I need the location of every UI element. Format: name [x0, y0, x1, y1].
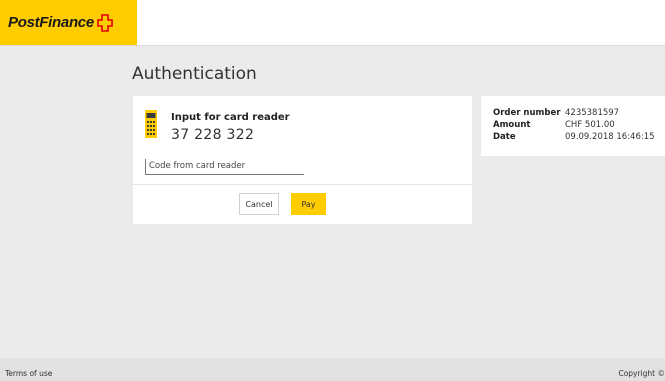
pay-button[interactable]: Pay	[291, 193, 326, 215]
card-divider	[133, 184, 472, 185]
postfinance-logo[interactable]: PostFinance	[0, 0, 137, 45]
order-number-label: Order number	[493, 108, 561, 118]
order-summary: Order number 4235381597 Amount CHF 501.0…	[481, 96, 665, 156]
order-number-value: 4235381597	[565, 108, 620, 118]
amount-value: CHF 501.00	[565, 120, 615, 130]
logo-text: PostFinance	[8, 14, 94, 31]
card-reader-code: 37 228 322	[171, 127, 255, 143]
swiss-cross-icon	[97, 13, 113, 32]
copyright-text: Copyright ©	[618, 369, 665, 378]
header: PostFinance	[0, 0, 665, 46]
date-value: 09.09.2018 16:46:15	[565, 132, 655, 142]
card-reader-icon	[145, 110, 157, 138]
cancel-button[interactable]: Cancel	[239, 193, 279, 215]
page-title: Authentication	[132, 64, 257, 84]
date-label: Date	[493, 132, 516, 142]
footer: Terms of use Copyright ©	[0, 358, 665, 381]
card-reader-label: Input for card reader	[171, 112, 290, 123]
amount-label: Amount	[493, 120, 531, 130]
terms-of-use-link[interactable]: Terms of use	[5, 369, 52, 378]
card-reader-code-input[interactable]	[145, 159, 304, 175]
